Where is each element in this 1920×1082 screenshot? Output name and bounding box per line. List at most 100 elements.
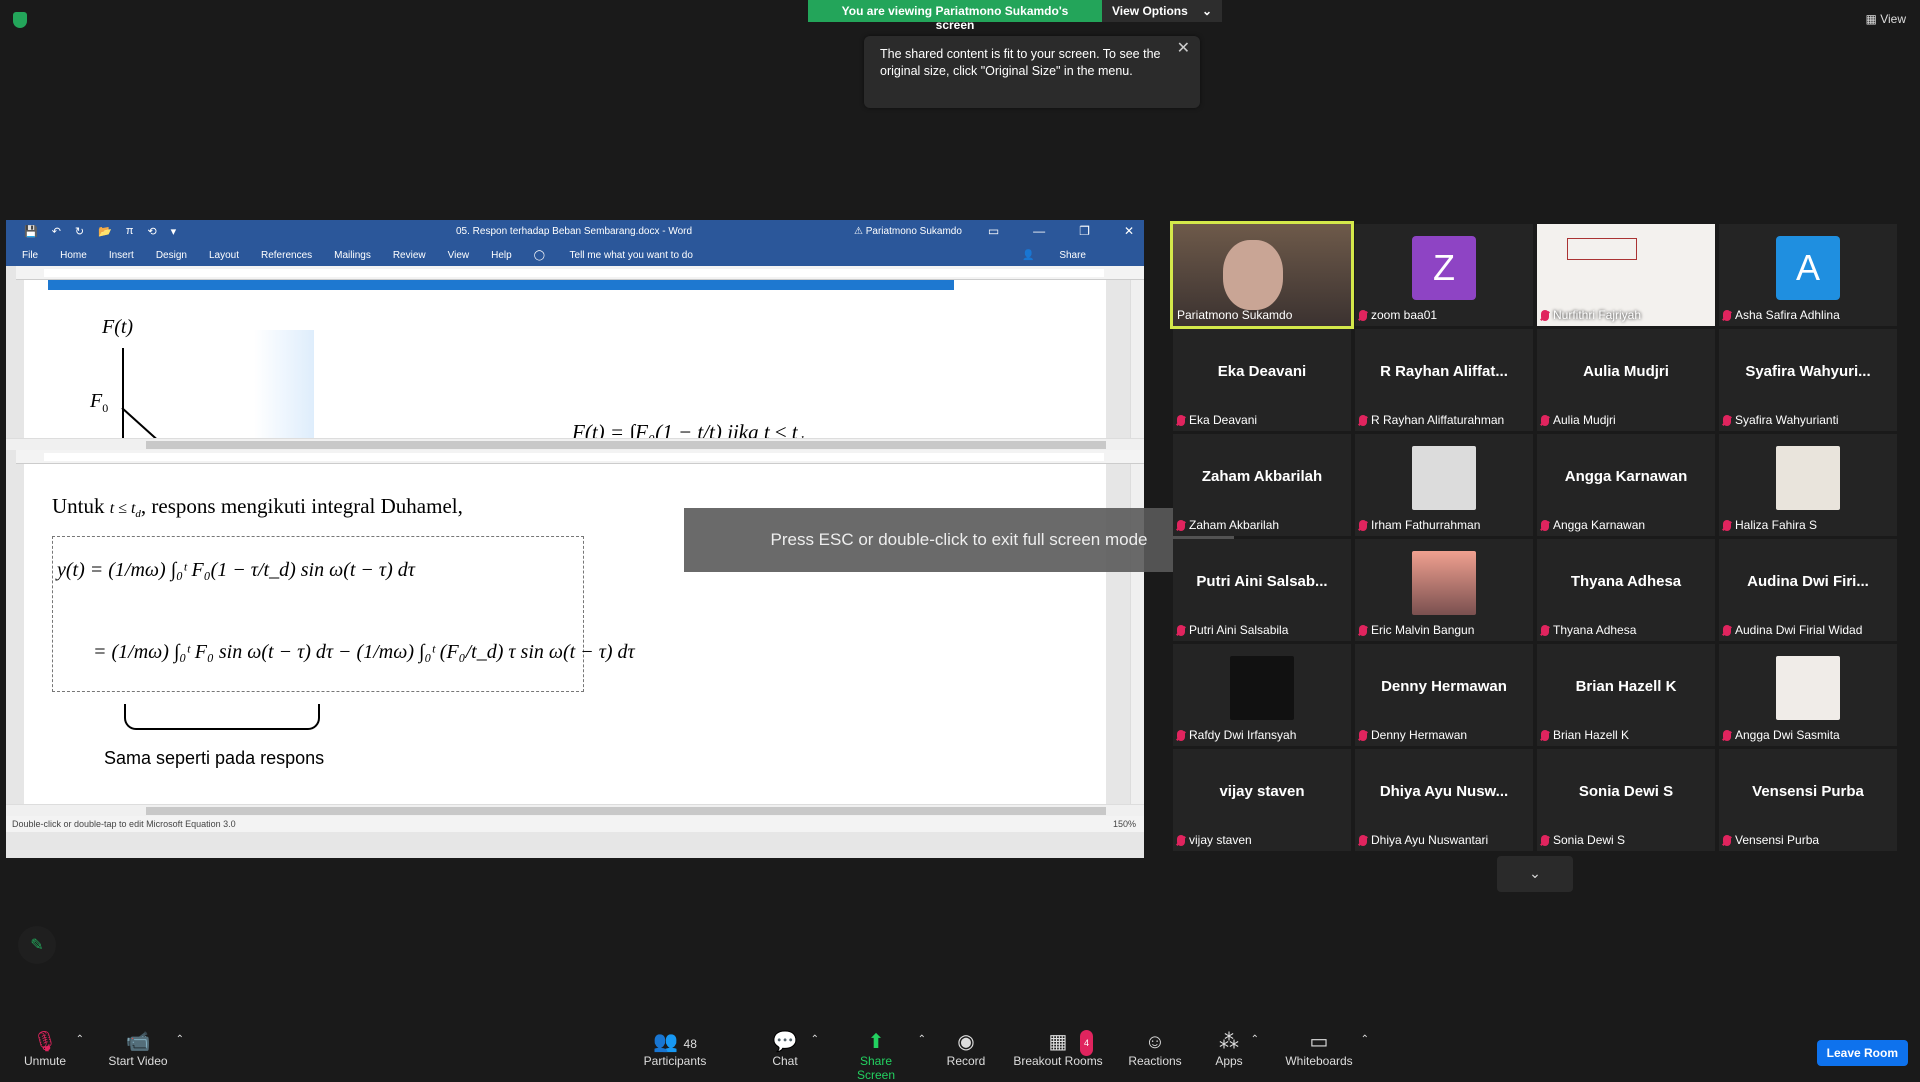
- window-controls: ▭ — ❐ ✕: [988, 224, 1134, 238]
- gallery-next-page-button[interactable]: ⌄: [1497, 856, 1573, 892]
- quick-access-toolbar: 💾 ↶ ↻ 📂 π ⟲ ▾: [24, 225, 176, 238]
- word-user[interactable]: ⚠ Pariatmono Sukamdo: [854, 226, 962, 237]
- record-button[interactable]: ◉ Record: [944, 1030, 988, 1068]
- participant-label: Aulia Mudjri: [1541, 413, 1616, 427]
- tab-review[interactable]: Review: [393, 250, 426, 261]
- participant-tile[interactable]: Thyana Adhesa Thyana Adhesa: [1537, 539, 1715, 641]
- participant-tile[interactable]: Aulia Mudjri Aulia Mudjri: [1537, 329, 1715, 431]
- save-icon[interactable]: 💾: [24, 225, 38, 238]
- restore-icon[interactable]: ❐: [1079, 224, 1090, 238]
- tab-design[interactable]: Design: [156, 250, 187, 261]
- chat-label: Chat: [765, 1054, 805, 1068]
- tab-references[interactable]: References: [261, 250, 312, 261]
- participant-tile[interactable]: Sonia Dewi S Sonia Dewi S: [1537, 749, 1715, 851]
- open-icon[interactable]: 📂: [98, 225, 112, 238]
- participant-label: Zaham Akbarilah: [1177, 518, 1279, 532]
- participant-tile[interactable]: Pariatmono Sukamdo: [1173, 224, 1351, 326]
- participants-button[interactable]: 👥 48 Participants: [640, 1030, 710, 1068]
- participant-name: R Rayhan Aliffaturahman: [1371, 413, 1504, 427]
- upper-horizontal-scrollbar[interactable]: [6, 438, 1144, 450]
- ruler-split[interactable]: [16, 450, 1144, 464]
- upper-pane: F(t) F0 F(t) = ∫F₀(1 − t/t) jika t ≤ td: [6, 280, 1144, 438]
- leave-room-button[interactable]: Leave Room: [1817, 1040, 1908, 1066]
- unmute-button[interactable]: 🎙 Unmute ⌃: [20, 1030, 70, 1068]
- participant-tile[interactable]: Eric Malvin Bangun: [1355, 539, 1533, 641]
- touch-mode-icon[interactable]: ⟲: [147, 225, 156, 238]
- tab-layout[interactable]: Layout: [209, 250, 239, 261]
- participant-tile[interactable]: Haliza Fahira S: [1719, 434, 1897, 536]
- view-button[interactable]: ▦ View: [1866, 12, 1906, 26]
- close-icon[interactable]: ✕: [1177, 40, 1190, 57]
- participant-tile[interactable]: Nurfithri Fajriyah: [1537, 224, 1715, 326]
- participant-name: Sonia Dewi S: [1553, 833, 1625, 847]
- upper-vertical-scrollbar[interactable]: [1130, 280, 1144, 438]
- participant-tile[interactable]: Dhiya Ayu Nusw... Dhiya Ayu Nuswantari: [1355, 749, 1533, 851]
- view-options-button[interactable]: View Options ⌄: [1102, 0, 1222, 22]
- breakout-rooms-button[interactable]: ▦4 Breakout Rooms: [1013, 1030, 1103, 1068]
- y-axis: [122, 348, 124, 438]
- mic-muted-icon: [1723, 520, 1731, 531]
- participant-tile[interactable]: Denny Hermawan Denny Hermawan: [1355, 644, 1533, 746]
- caret-up-icon[interactable]: ⌃: [1361, 1034, 1369, 1045]
- participant-tile[interactable]: Audina Dwi Firi... Audina Dwi Firial Wid…: [1719, 539, 1897, 641]
- participant-tile[interactable]: vijay staven vijay staven: [1173, 749, 1351, 851]
- caret-up-icon[interactable]: ⌃: [918, 1034, 926, 1045]
- share-screen-button[interactable]: ⬆ Share Screen ⌃: [840, 1030, 912, 1082]
- equation-object[interactable]: y(t) = (1/mω) ∫₀ᵗ F₀(1 − τ/t_d) sin ω(t …: [52, 536, 584, 692]
- reactions-button[interactable]: ☺ Reactions: [1125, 1030, 1185, 1068]
- caret-up-icon[interactable]: ⌃: [176, 1034, 184, 1045]
- customize-icon[interactable]: ▾: [171, 225, 177, 238]
- participant-photo: [1776, 446, 1840, 510]
- caret-up-icon[interactable]: ⌃: [811, 1034, 819, 1045]
- intro-line: Untuk t ≤ td, respons mengikuti integral…: [52, 494, 463, 520]
- participant-tile[interactable]: Rafdy Dwi Irfansyah: [1173, 644, 1351, 746]
- avatar: Z: [1412, 236, 1476, 300]
- chat-button[interactable]: 💬 Chat ⌃: [765, 1030, 805, 1068]
- participant-tile[interactable]: Eka Deavani Eka Deavani: [1173, 329, 1351, 431]
- security-shield-icon[interactable]: [13, 12, 27, 28]
- duhamel-line-2: = (1/mω) ∫₀ᵗ F₀ sin ω(t − τ) dτ − (1/mω)…: [93, 641, 635, 664]
- participants-label: Participants: [640, 1054, 710, 1068]
- caret-up-icon[interactable]: ⌃: [1251, 1034, 1259, 1045]
- close-window-icon[interactable]: ✕: [1124, 224, 1134, 238]
- annotate-pencil-icon[interactable]: ✎: [18, 926, 56, 964]
- participant-tile[interactable]: Vensensi Purba Vensensi Purba: [1719, 749, 1897, 851]
- caret-up-icon[interactable]: ⌃: [76, 1034, 84, 1045]
- participant-tile[interactable]: Angga Dwi Sasmita: [1719, 644, 1897, 746]
- redo-icon[interactable]: ↻: [75, 225, 84, 238]
- pi-icon[interactable]: π: [126, 225, 134, 238]
- meeting-toolbar: 🎙 Unmute ⌃ 📹 Start Video ⌃ 👥 48 Particip…: [0, 1022, 1920, 1080]
- tab-home[interactable]: Home: [60, 250, 87, 261]
- start-video-button[interactable]: 📹 Start Video ⌃: [106, 1030, 170, 1068]
- tab-insert[interactable]: Insert: [109, 250, 134, 261]
- f0-sub: 0: [102, 401, 108, 415]
- whiteboards-button[interactable]: ▭ Whiteboards ⌃: [1283, 1030, 1355, 1068]
- ribbon-display-icon[interactable]: ▭: [988, 224, 999, 238]
- mic-muted-icon: [1541, 310, 1549, 321]
- participant-tile[interactable]: Z zoom baa01: [1355, 224, 1533, 326]
- participant-label: Eric Malvin Bangun: [1359, 623, 1474, 637]
- participant-tile[interactable]: Putri Aini Salsab... Putri Aini Salsabil…: [1173, 539, 1351, 641]
- zoom-level[interactable]: 150%: [1113, 819, 1136, 829]
- undo-icon[interactable]: ↶: [52, 225, 61, 238]
- share-button[interactable]: 👤 Share: [1022, 250, 1108, 261]
- lower-horizontal-scrollbar[interactable]: [6, 804, 1144, 816]
- share-screen-label: Share Screen: [840, 1054, 912, 1082]
- load-equation: F(t) = ∫F₀(1 − t/t) jika t ≤ td: [572, 420, 804, 438]
- participant-tile[interactable]: Brian Hazell K Brian Hazell K: [1537, 644, 1715, 746]
- ruler-top[interactable]: [16, 266, 1144, 280]
- tab-mailings[interactable]: Mailings: [334, 250, 371, 261]
- participant-photo: [1230, 656, 1294, 720]
- participant-tile[interactable]: A Asha Safira Adhlina: [1719, 224, 1897, 326]
- tab-view[interactable]: View: [448, 250, 470, 261]
- participant-tile[interactable]: Irham Fathurrahman: [1355, 434, 1533, 536]
- tell-me-box[interactable]: ◯ Tell me what you want to do: [534, 250, 715, 261]
- participant-tile[interactable]: R Rayhan Aliffat... R Rayhan Aliffaturah…: [1355, 329, 1533, 431]
- participant-tile[interactable]: Syafira Wahyuri... Syafira Wahyurianti: [1719, 329, 1897, 431]
- participant-tile[interactable]: Angga Karnawan Angga Karnawan: [1537, 434, 1715, 536]
- tab-help[interactable]: Help: [491, 250, 512, 261]
- tab-file[interactable]: File: [22, 250, 38, 261]
- participant-tile[interactable]: Zaham Akbarilah Zaham Akbarilah: [1173, 434, 1351, 536]
- minimize-icon[interactable]: —: [1033, 224, 1045, 238]
- apps-button[interactable]: ⁂ Apps ⌃: [1213, 1030, 1245, 1068]
